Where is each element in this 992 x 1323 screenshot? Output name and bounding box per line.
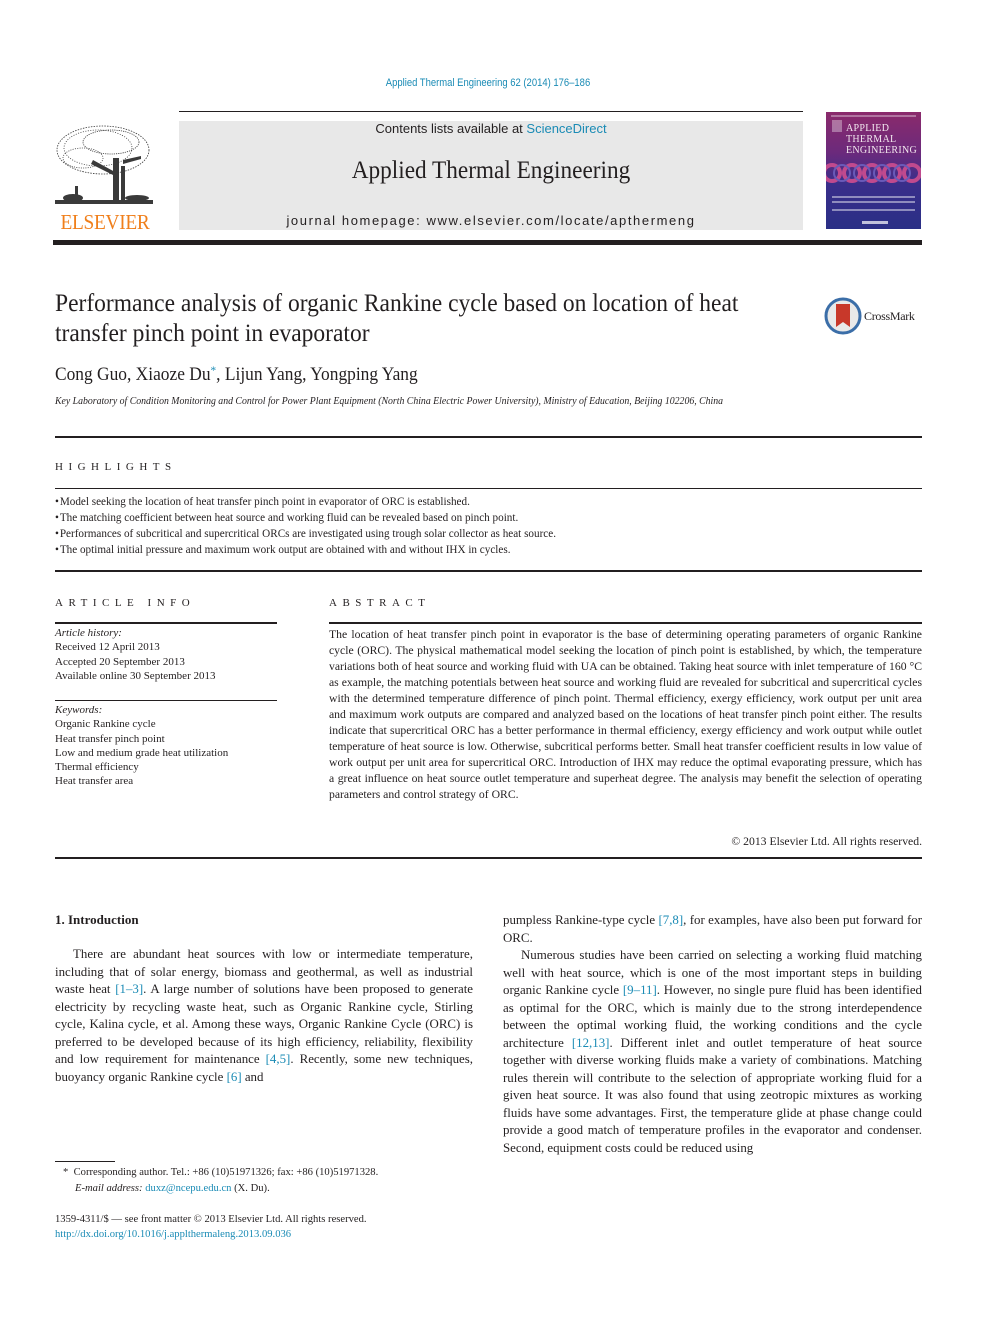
cover-text-line bbox=[832, 201, 915, 203]
contents-prefix: Contents lists available at bbox=[375, 121, 527, 136]
article-history-label: Article history: bbox=[55, 627, 122, 639]
section-divider bbox=[55, 857, 922, 859]
cover-text-line bbox=[832, 196, 915, 198]
journal-cover-thumbnail[interactable]: Applied Thermal Engineering bbox=[826, 112, 921, 229]
footnote-mark: * bbox=[63, 1167, 69, 1178]
author-separator: , bbox=[302, 365, 311, 385]
keywords: Keywords: Organic Rankine cycle Heat tra… bbox=[55, 703, 295, 789]
keyword: Heat transfer area bbox=[55, 775, 134, 788]
elsevier-tree-icon bbox=[55, 125, 153, 204]
cover-footer-mark bbox=[862, 221, 888, 224]
citation-reference-link[interactable]: [4,5] bbox=[266, 1052, 291, 1066]
footnote-contact: Corresponding author. Tel.: +86 (10)5197… bbox=[73, 1167, 379, 1178]
highlight-item: • Performances of subcritical and superc… bbox=[55, 526, 556, 540]
introduction-heading: 1. Introduction bbox=[55, 912, 139, 927]
body-column-left: There are abundant heat sources with low… bbox=[55, 946, 473, 1086]
journal-title: Applied Thermal Engineering bbox=[351, 157, 631, 184]
email-link[interactable]: duxz@ncepu.edu.cn bbox=[145, 1183, 231, 1194]
author-affiliation: Key Laboratory of Condition Monitoring a… bbox=[55, 396, 724, 407]
keywords-rule bbox=[55, 700, 277, 701]
highlight-item: • Model seeking the location of heat tra… bbox=[55, 494, 470, 508]
body-column-right: pumpless Rankine-type cycle [7,8], for e… bbox=[503, 912, 922, 1157]
highlight-item: • The optimal initial pressure and maxim… bbox=[55, 542, 511, 556]
citation-reference-link[interactable]: [9–11] bbox=[623, 983, 657, 997]
citation-reference-link[interactable]: [7,8] bbox=[658, 913, 683, 927]
paragraph: There are abundant heat sources with low… bbox=[55, 946, 473, 1086]
author-name[interactable]: Lijun Yang bbox=[225, 365, 302, 385]
crossmark-label: CrossMark bbox=[864, 309, 915, 323]
keyword: Heat transfer pinch point bbox=[55, 732, 165, 745]
cover-rings-graphic bbox=[826, 163, 921, 183]
header-rule bbox=[179, 111, 803, 112]
abstract-copyright: © 2013 Elsevier Ltd. All rights reserved… bbox=[731, 835, 922, 848]
footnote-rule bbox=[55, 1161, 115, 1162]
crossmark-badge[interactable]: CrossMark bbox=[824, 297, 924, 335]
author-list: Cong Guo, Xiaoze Du*, Lijun Yang, Yongpi… bbox=[55, 363, 418, 386]
author-name[interactable]: Xiaoze Du bbox=[136, 365, 211, 385]
cover-title-line: Thermal bbox=[846, 134, 897, 145]
author-name[interactable]: Yongping Yang bbox=[310, 365, 417, 385]
citation-reference-link[interactable]: [6] bbox=[227, 1070, 242, 1084]
cover-publisher-icon bbox=[832, 120, 842, 132]
doi-link[interactable]: http://dx.doi.org/10.1016/j.applthermale… bbox=[55, 1227, 485, 1242]
paragraph: Numerous studies have been carried on se… bbox=[503, 947, 922, 1157]
body-text: pumpless Rankine-type cycle bbox=[503, 913, 659, 927]
journal-homepage[interactable]: journal homepage: www.elsevier.com/locat… bbox=[179, 213, 803, 228]
cover-text-line bbox=[832, 209, 915, 211]
paragraph: pumpless Rankine-type cycle [7,8], for e… bbox=[503, 912, 922, 947]
cover-title-line: Engineering bbox=[846, 145, 918, 156]
footnote-email-line: E-mail address: duxz@ncepu.edu.cn (X. Du… bbox=[63, 1181, 483, 1197]
cover-title: Applied Thermal Engineering bbox=[846, 123, 917, 156]
body-text: . Different inlet and outlet temperature… bbox=[503, 1035, 922, 1155]
highlight-text: Performances of subcritical and supercri… bbox=[59, 526, 556, 540]
abstract-rule bbox=[329, 622, 922, 624]
keyword: Low and medium grade heat utilization bbox=[55, 746, 229, 759]
journal-citation-link[interactable]: Applied Thermal Engineering 62 (2014) 17… bbox=[386, 77, 590, 89]
issn-line: 1359-4311/$ — see front matter © 2013 El… bbox=[55, 1214, 367, 1225]
contents-line: Contents lists available at ScienceDirec… bbox=[179, 121, 803, 136]
footnote-line: * Corresponding author. Tel.: +86 (10)51… bbox=[63, 1165, 483, 1181]
history-entry: Available online 30 September 2013 bbox=[55, 669, 216, 682]
highlight-item: • The matching coefficient between heat … bbox=[55, 510, 519, 524]
crossmark-icon bbox=[824, 297, 862, 335]
citation-reference-link[interactable]: [1–3] bbox=[115, 982, 143, 996]
highlight-text: The matching coefficient between heat so… bbox=[59, 510, 519, 524]
abstract-heading: ABSTRACT bbox=[329, 597, 431, 609]
corresponding-author-footnote: * Corresponding author. Tel.: +86 (10)51… bbox=[63, 1165, 483, 1196]
article-title: Performance analysis of organic Rankine … bbox=[55, 290, 739, 347]
sciencedirect-link[interactable]: ScienceDirect bbox=[526, 121, 606, 136]
masthead-thick-rule bbox=[53, 240, 922, 245]
article-history: Article history: Received 12 April 2013 … bbox=[55, 626, 285, 683]
email-suffix: (X. Du). bbox=[231, 1182, 270, 1194]
cover-title-line: Applied bbox=[846, 123, 890, 134]
highlights-rule bbox=[55, 488, 922, 489]
author-separator: , bbox=[216, 365, 225, 385]
elsevier-wordmark: ELSEVIER bbox=[60, 210, 150, 234]
body-text: and bbox=[241, 1069, 264, 1084]
highlights-list: • Model seeking the location of heat tra… bbox=[55, 493, 861, 557]
highlights-heading: HIGHLIGHTS bbox=[55, 461, 177, 473]
history-entry: Received 12 April 2013 bbox=[55, 641, 160, 654]
abstract-text: The location of heat transfer pinch poin… bbox=[329, 628, 922, 801]
email-label: E-mail address: bbox=[75, 1182, 146, 1194]
highlight-text: The optimal initial pressure and maximum… bbox=[59, 542, 511, 556]
cover-top-bar bbox=[831, 115, 916, 117]
author-separator: , bbox=[126, 365, 136, 385]
history-entry: Accepted 20 September 2013 bbox=[55, 655, 185, 668]
front-matter: 1359-4311/$ — see front matter © 2013 El… bbox=[55, 1212, 485, 1242]
keyword: Organic Rankine cycle bbox=[55, 718, 156, 731]
keyword: Thermal efficiency bbox=[55, 761, 139, 774]
keywords-label: Keywords: bbox=[55, 704, 103, 716]
elsevier-logo[interactable]: ELSEVIER bbox=[53, 120, 157, 234]
article-info-rule bbox=[55, 622, 277, 624]
citation-reference-link[interactable]: [12,13] bbox=[572, 1036, 610, 1050]
author-name[interactable]: Cong Guo bbox=[55, 365, 127, 385]
section-divider bbox=[55, 436, 922, 438]
section-divider bbox=[55, 570, 922, 572]
article-info-heading: ARTICLE INFO bbox=[55, 597, 196, 609]
highlight-text: Model seeking the location of heat trans… bbox=[59, 494, 470, 508]
journal-citation[interactable]: Applied Thermal Engineering 62 (2014) 17… bbox=[68, 77, 907, 89]
